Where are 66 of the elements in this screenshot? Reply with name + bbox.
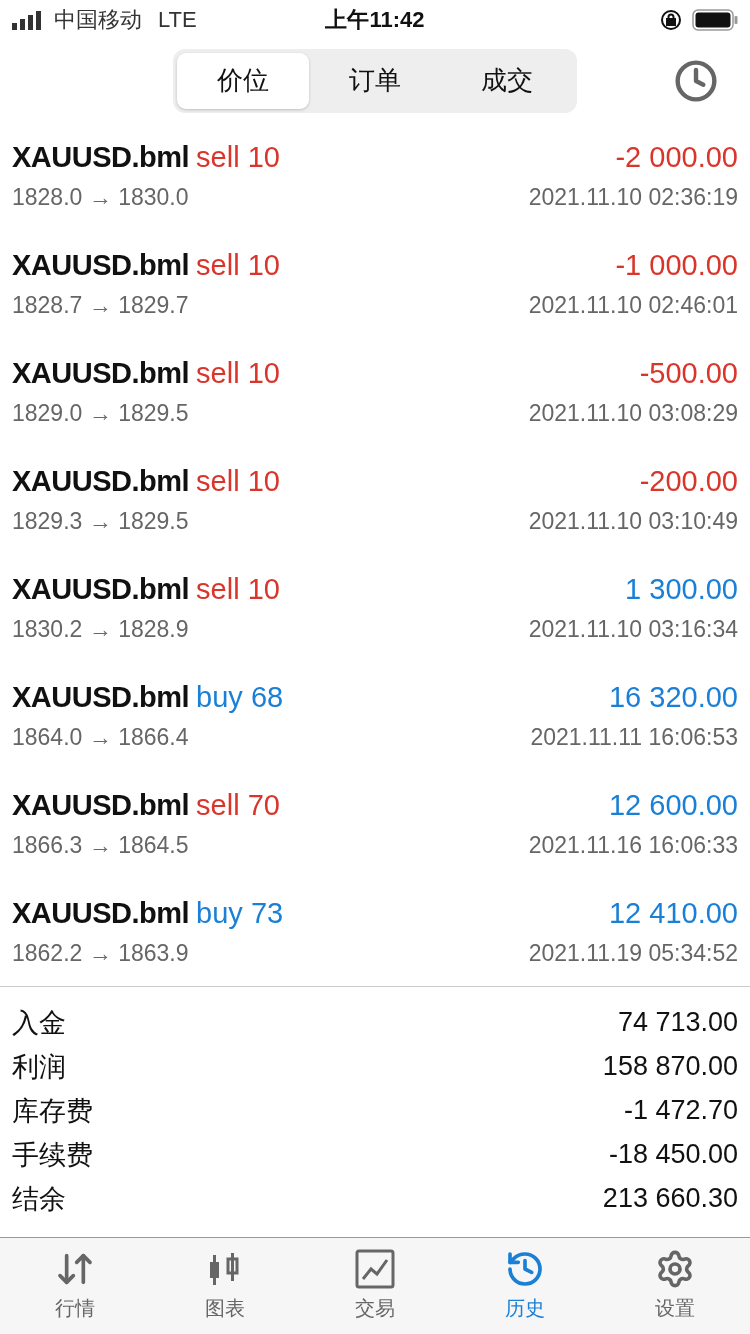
tab-bar-item[interactable]: 图表 bbox=[150, 1237, 300, 1334]
deal-prices: 1866.3 → 1864.5 bbox=[12, 831, 189, 859]
deal-symbol: XAUUSD.bml bbox=[12, 572, 190, 605]
deal-prices: 1828.0 → 1830.0 bbox=[12, 183, 189, 211]
summary-label: 库存费 bbox=[12, 1094, 93, 1128]
deal-profit: 16 320.00 bbox=[609, 680, 738, 714]
deal-action: sell 10 bbox=[196, 140, 280, 173]
deal-profit: 12 410.00 bbox=[609, 896, 738, 930]
carrier-name: 中国移动 bbox=[54, 5, 142, 34]
deal-symbol: XAUUSD.bml bbox=[12, 356, 190, 389]
deal-time: 2021.11.11 16:06:53 bbox=[530, 723, 738, 751]
deal-prices: 1829.3 → 1829.5 bbox=[12, 507, 189, 535]
settings-icon bbox=[655, 1249, 695, 1290]
deal-profit: -500.00 bbox=[639, 356, 738, 390]
deal-prices: 1830.2 → 1828.9 bbox=[12, 615, 189, 643]
deal-prices: 1864.0 → 1866.4 bbox=[12, 723, 189, 751]
tab-bar-item[interactable]: 历史 bbox=[450, 1237, 600, 1334]
summary-label: 结余 bbox=[12, 1182, 66, 1216]
summary-value: 74 713.00 bbox=[617, 1007, 738, 1039]
deal-time: 2021.11.19 05:34:52 bbox=[528, 939, 738, 967]
rotation-lock-icon bbox=[660, 8, 682, 31]
deal-time: 2021.11.10 03:10:49 bbox=[528, 507, 738, 535]
deal-action: buy 68 bbox=[196, 680, 284, 713]
deal-profit: 1 300.00 bbox=[625, 572, 738, 606]
summary-value: 158 870.00 bbox=[602, 1051, 738, 1083]
deal-time: 2021.11.16 16:06:33 bbox=[528, 831, 738, 859]
deal-action: sell 10 bbox=[196, 464, 280, 497]
deal-symbol: XAUUSD.bml bbox=[12, 896, 190, 929]
deal-action: sell 70 bbox=[196, 788, 280, 821]
segment-tab[interactable]: 价位 bbox=[177, 52, 309, 109]
summary-value: -18 450.00 bbox=[608, 1139, 738, 1171]
summary-value: -1 472.70 bbox=[623, 1095, 738, 1127]
summary-label: 入金 bbox=[12, 1006, 66, 1040]
network-type: LTE bbox=[158, 6, 197, 33]
deal-symbol: XAUUSD.bml bbox=[12, 680, 190, 713]
deal-action: sell 10 bbox=[196, 572, 280, 605]
clock-icon[interactable] bbox=[674, 59, 718, 104]
tab-bar-item[interactable]: 行情 bbox=[0, 1237, 150, 1334]
battery-icon bbox=[692, 8, 738, 31]
deal-symbol: XAUUSD.bml bbox=[12, 140, 190, 173]
tab-bar-item[interactable]: 设置 bbox=[600, 1237, 750, 1334]
deal-action: sell 10 bbox=[196, 356, 280, 389]
deal-prices: 1828.7 → 1829.7 bbox=[12, 291, 189, 319]
deal-time: 2021.11.10 02:46:01 bbox=[528, 291, 738, 319]
deal-profit: -1 000.00 bbox=[615, 248, 738, 282]
deal-time: 2021.11.10 03:16:34 bbox=[528, 615, 738, 643]
deal-profit: 12 600.00 bbox=[609, 788, 738, 822]
segment-tab[interactable]: 成交 bbox=[441, 52, 573, 109]
deal-profit: -2 000.00 bbox=[615, 140, 738, 174]
segment-tab[interactable]: 订单 bbox=[309, 52, 441, 109]
tab-bar-item[interactable]: 交易 bbox=[300, 1237, 450, 1334]
deal-time: 2021.11.10 02:36:19 bbox=[528, 183, 738, 211]
summary-value: 213 660.30 bbox=[602, 1183, 738, 1215]
line-chart-icon bbox=[355, 1249, 395, 1290]
deal-prices: 1829.0 → 1829.5 bbox=[12, 399, 189, 427]
deal-action: buy 73 bbox=[196, 896, 284, 929]
clock-time: 上午11:42 bbox=[324, 5, 426, 34]
deal-symbol: XAUUSD.bml bbox=[12, 788, 190, 821]
summary-label: 手续费 bbox=[12, 1138, 93, 1172]
summary-label: 利润 bbox=[12, 1050, 66, 1084]
deal-action: sell 10 bbox=[196, 248, 280, 281]
deal-time: 2021.11.10 03:08:29 bbox=[528, 399, 738, 427]
deal-symbol: XAUUSD.bml bbox=[12, 464, 190, 497]
deal-profit: -200.00 bbox=[639, 464, 738, 498]
deal-prices: 1862.2 → 1863.9 bbox=[12, 939, 189, 967]
deal-symbol: XAUUSD.bml bbox=[12, 248, 190, 281]
